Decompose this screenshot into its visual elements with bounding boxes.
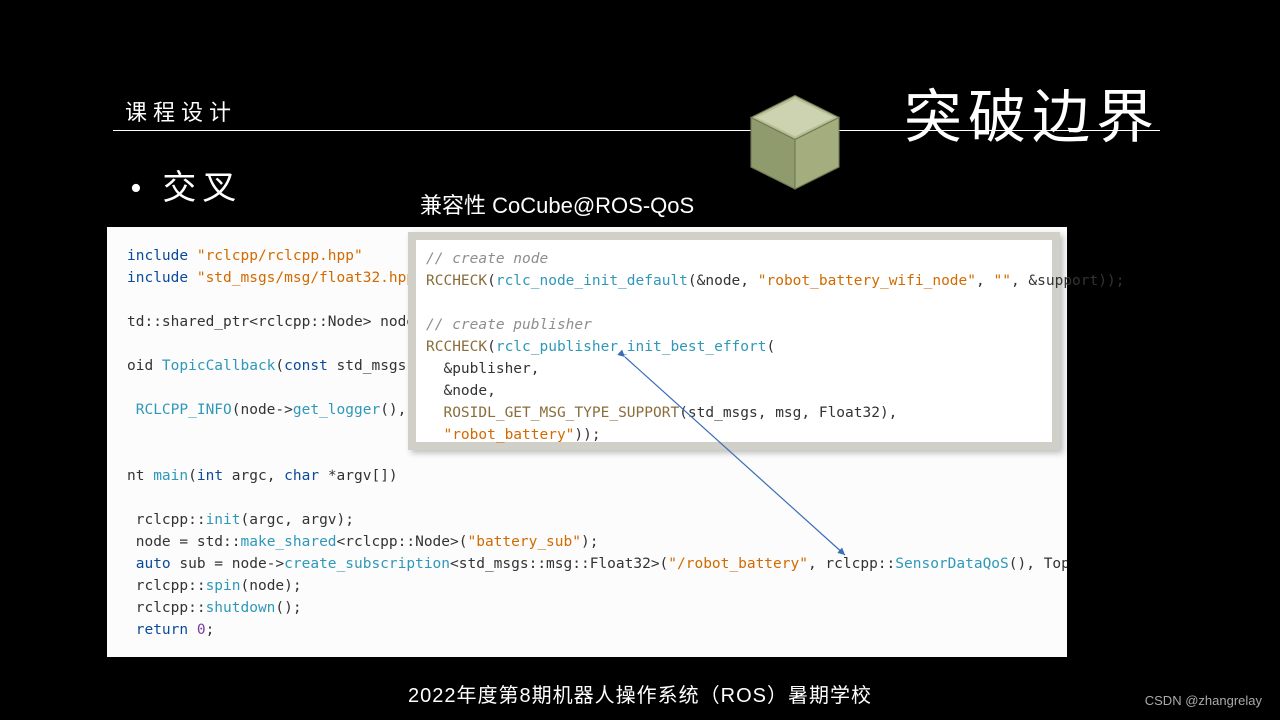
page-title: 突破边界: [904, 70, 1160, 154]
watermark: CSDN @zhangrelay: [1145, 693, 1262, 708]
cube-icon: [740, 90, 850, 200]
course-label: 课程设计: [125, 95, 237, 127]
subtitle: 兼容性 CoCube@ROS-QoS: [420, 188, 694, 220]
bullet-marker: •: [130, 170, 148, 207]
bullet-heading: • 交叉: [130, 160, 242, 209]
code-block-overlay: // create node RCCHECK(rclc_node_init_de…: [408, 232, 1060, 450]
footer-text: 2022年度第8期机器人操作系统（ROS）暑期学校: [0, 679, 1280, 708]
header: 课程设计 突破边界: [0, 40, 1280, 130]
bullet-text: 交叉: [162, 170, 242, 207]
